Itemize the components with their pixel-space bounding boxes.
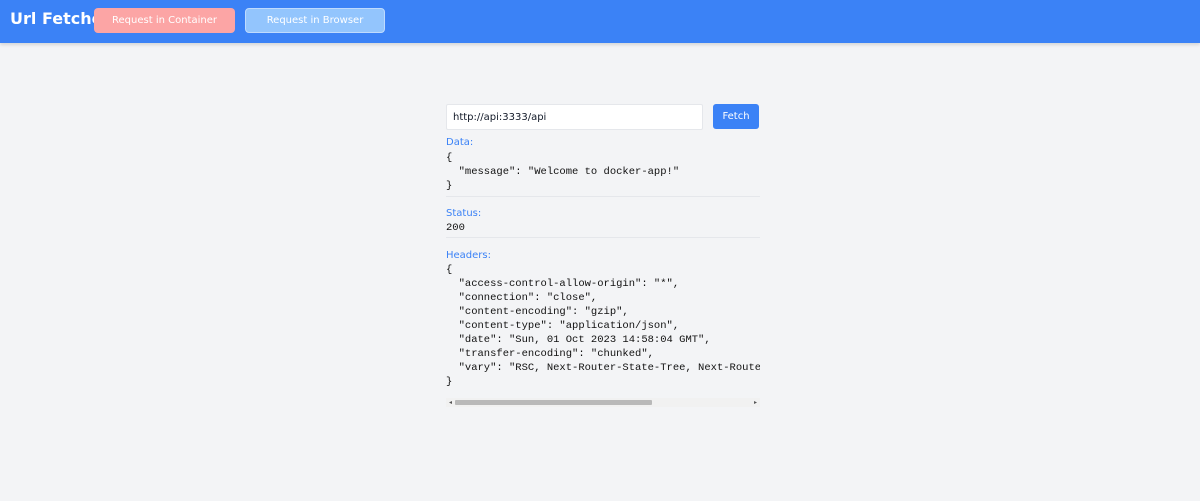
headers-output: { "access-control-allow-origin": "*", "c…	[446, 264, 760, 388]
top-navbar: Url Fetcher Request in Container Request…	[0, 0, 1200, 43]
headers-scroll-container[interactable]: { "access-control-allow-origin": "*", "c…	[446, 263, 760, 397]
status-label: Status:	[446, 208, 482, 219]
data-output: { "message": "Welcome to docker-app!" }	[446, 152, 680, 192]
request-in-container-button[interactable]: Request in Container	[94, 8, 235, 33]
request-in-browser-button[interactable]: Request in Browser	[245, 8, 385, 33]
horizontal-scrollbar[interactable]: ◂ ▸	[446, 398, 760, 407]
scrollbar-thumb[interactable]	[455, 400, 652, 405]
divider	[446, 237, 760, 238]
status-value: 200	[446, 222, 465, 234]
url-input[interactable]	[446, 104, 703, 130]
scroll-right-arrow-icon[interactable]: ▸	[751, 398, 760, 407]
data-label: Data:	[446, 137, 474, 148]
scroll-left-arrow-icon[interactable]: ◂	[446, 398, 455, 407]
fetch-button[interactable]: Fetch	[713, 104, 759, 129]
headers-label: Headers:	[446, 250, 491, 261]
divider	[446, 196, 760, 197]
